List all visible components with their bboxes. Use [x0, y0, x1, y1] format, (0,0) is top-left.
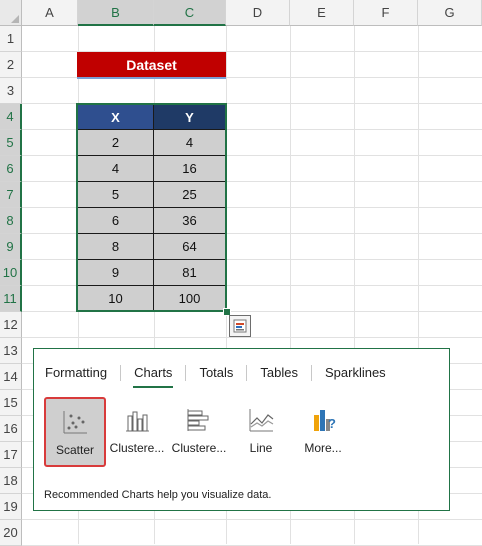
- row-header[interactable]: 11: [0, 286, 22, 312]
- select-all-corner[interactable]: [0, 0, 22, 26]
- column-header-e[interactable]: E: [290, 0, 354, 26]
- row-header[interactable]: 13: [0, 338, 22, 364]
- table-cell-x[interactable]: 2: [77, 129, 154, 156]
- tab-totals[interactable]: Totals: [198, 364, 234, 386]
- tab-formatting[interactable]: Formatting: [44, 364, 108, 386]
- quick-analysis-tabs: Formatting Charts Totals Tables Sparklin…: [44, 364, 395, 388]
- row-header[interactable]: 3: [0, 78, 22, 104]
- row-header[interactable]: 6: [0, 156, 22, 182]
- table-cell-x[interactable]: 8: [77, 233, 154, 260]
- column-header-g[interactable]: G: [418, 0, 482, 26]
- table-cell-y[interactable]: 36: [153, 207, 226, 234]
- row-header[interactable]: 9: [0, 234, 22, 260]
- column-header-c[interactable]: C: [154, 0, 226, 26]
- line-chart-icon: [249, 409, 274, 432]
- chart-options: Scatter Clustere... Clustere... Line ? M…: [44, 397, 354, 467]
- row-header[interactable]: 19: [0, 494, 22, 520]
- row-header[interactable]: 10: [0, 260, 22, 286]
- table-cell-x[interactable]: 9: [77, 259, 154, 286]
- table-cell-x[interactable]: 5: [77, 181, 154, 208]
- row-header[interactable]: 20: [0, 520, 22, 546]
- row-header[interactable]: 12: [0, 312, 22, 338]
- clustered-bar-label: Clustere...: [171, 441, 227, 455]
- clustered-column-label: Clustere...: [109, 441, 165, 455]
- row-header[interactable]: 16: [0, 416, 22, 442]
- row-header[interactable]: 15: [0, 390, 22, 416]
- row-header[interactable]: 7: [0, 182, 22, 208]
- row-header[interactable]: 5: [0, 130, 22, 156]
- data-table[interactable]: X Y 2 4 4 16 5 25 6 36 8 64 9 81 10 100: [77, 104, 226, 312]
- header-y[interactable]: Y: [153, 104, 226, 130]
- quick-analysis-icon: [233, 319, 247, 333]
- clustered-column-icon: [126, 411, 149, 432]
- table-cell-y[interactable]: 25: [153, 181, 226, 208]
- table-cell-y[interactable]: 100: [153, 285, 226, 312]
- more-charts-button[interactable]: ? More...: [292, 397, 354, 467]
- more-charts-icon: ?: [314, 410, 336, 431]
- row-header[interactable]: 1: [0, 26, 22, 52]
- table-cell-x[interactable]: 6: [77, 207, 154, 234]
- column-header-b[interactable]: B: [78, 0, 154, 26]
- dataset-title: Dataset: [77, 52, 226, 77]
- tab-sparklines[interactable]: Sparklines: [324, 364, 387, 386]
- header-x[interactable]: X: [77, 104, 154, 130]
- row-header[interactable]: 8: [0, 208, 22, 234]
- table-cell-y[interactable]: 16: [153, 155, 226, 182]
- line-label: Line: [249, 441, 273, 455]
- row-header[interactable]: 18: [0, 468, 22, 494]
- table-cell-x[interactable]: 10: [77, 285, 154, 312]
- column-header-f[interactable]: F: [354, 0, 418, 26]
- line-chart-button[interactable]: Line: [230, 397, 292, 467]
- scatter-label: Scatter: [55, 443, 94, 457]
- clustered-bar-icon: [187, 409, 209, 431]
- table-cell-y[interactable]: 81: [153, 259, 226, 286]
- tab-charts[interactable]: Charts: [133, 364, 174, 388]
- column-header-a[interactable]: A: [22, 0, 78, 26]
- svg-text:?: ?: [328, 416, 336, 431]
- table-cell-x[interactable]: 4: [77, 155, 154, 182]
- column-header-d[interactable]: D: [226, 0, 290, 26]
- quick-analysis-panel[interactable]: Formatting Charts Totals Tables Sparklin…: [33, 348, 450, 511]
- row-header[interactable]: 2: [0, 52, 22, 78]
- scatter-chart-button[interactable]: Scatter: [44, 397, 106, 467]
- quick-analysis-button[interactable]: [229, 315, 251, 337]
- row-header[interactable]: 14: [0, 364, 22, 390]
- tab-tables[interactable]: Tables: [259, 364, 299, 386]
- quick-analysis-hint: Recommended Charts help you visualize da…: [44, 489, 272, 501]
- table-cell-y[interactable]: 4: [153, 129, 226, 156]
- more-label: More...: [304, 441, 342, 455]
- row-header[interactable]: 4: [0, 104, 22, 130]
- table-cell-y[interactable]: 64: [153, 233, 226, 260]
- clustered-bar-button[interactable]: Clustere...: [168, 397, 230, 467]
- scatter-chart-icon: [63, 411, 87, 434]
- clustered-column-button[interactable]: Clustere...: [106, 397, 168, 467]
- row-header[interactable]: 17: [0, 442, 22, 468]
